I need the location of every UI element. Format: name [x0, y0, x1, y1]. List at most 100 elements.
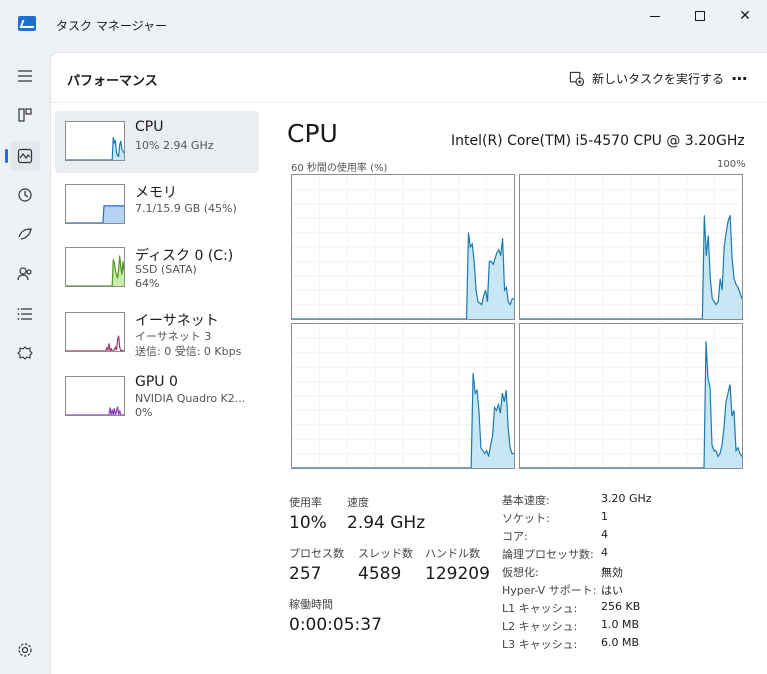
detail-row: ソケット: 1 [502, 510, 752, 528]
device-detail: 10% 2.94 GHz [135, 139, 214, 152]
uptime-label: 稼働時間 [289, 598, 333, 611]
detail-row: L2 キャッシュ: 1.0 MB [502, 618, 752, 636]
device-name: メモリ [135, 185, 177, 201]
more-options-button[interactable]: ⋯ [727, 66, 753, 90]
memory-thumbnail-chart [66, 205, 124, 223]
detail-value: 無効 [601, 566, 623, 579]
cpu-core-graph-0 [291, 174, 515, 320]
usage-label: 使用率 [289, 496, 322, 509]
handles-value: 129209 [425, 564, 490, 584]
detail-row: L3 キャッシュ: 6.0 MB [502, 636, 752, 654]
gpu-thumbnail-graph [65, 376, 125, 416]
details-icon [17, 308, 32, 320]
hamburger-menu-button[interactable] [10, 61, 40, 91]
detail-row: L1 キャッシュ: 256 KB [502, 600, 752, 618]
page-header: パフォーマンス 新しいタスクを実行する ⋯ [51, 53, 767, 103]
detail-row: 論理プロセッサ数: 4 [502, 546, 752, 564]
cpu-thumbnail-chart [66, 137, 124, 160]
gpu-thumb-line [66, 406, 124, 415]
main-panel: パフォーマンス 新しいタスクを実行する ⋯ CPU 10% 2.94 GHz メ… [50, 52, 767, 674]
title-bar: タスク マネージャー ✕ [0, 0, 767, 52]
nav-processes[interactable] [10, 100, 40, 130]
cpu-thumbnail-graph [65, 121, 125, 161]
detail-value: 1 [601, 510, 608, 523]
disk-thumbnail-chart [66, 255, 124, 286]
detail-value: 256 KB [601, 600, 641, 613]
usage-value: 10% [289, 513, 327, 533]
core-usage-chart [520, 324, 742, 468]
processes-value: 257 [289, 564, 322, 584]
detail-key: L2 キャッシュ: [502, 620, 578, 633]
device-detail: イーサネット 3 [135, 330, 212, 343]
ethernet-thumbnail-graph [65, 312, 125, 352]
detail-value: 3.20 GHz [601, 492, 652, 505]
ethernet-thumbnail-chart [66, 335, 124, 351]
maximize-icon [695, 11, 705, 21]
nav-settings[interactable] [10, 635, 40, 665]
minimize-icon [650, 15, 660, 17]
device-item-gpu[interactable]: GPU 0 NVIDIA Quadro K2... 0% [55, 366, 259, 428]
window-title: タスク マネージャー [56, 19, 167, 33]
detail-value: はい [601, 584, 623, 597]
core-usage-chart [292, 175, 514, 319]
new-task-icon [569, 71, 584, 86]
run-new-task-button[interactable]: 新しいタスクを実行する [569, 68, 724, 88]
device-detail-usage: 0% [135, 406, 153, 419]
speed-value: 2.94 GHz [347, 513, 426, 533]
device-name: ディスク 0 (C:) [135, 248, 234, 264]
nav-app-history[interactable] [10, 180, 40, 210]
gpu-thumbnail-chart [66, 406, 124, 415]
minimize-button[interactable] [632, 4, 678, 28]
device-name: CPU [135, 119, 164, 135]
page-title: パフォーマンス [67, 74, 158, 89]
handles-label: ハンドル数 [425, 547, 480, 560]
device-detail-throughput: 送信: 0 受信: 0 Kbps [135, 345, 242, 358]
detail-key: L3 キャッシュ: [502, 638, 578, 651]
detail-row: 仮想化: 無効 [502, 564, 752, 582]
usage-graph-label: 60 秒間の使用率 (%) [291, 163, 388, 174]
cpu-core-graph-2 [291, 323, 515, 469]
detail-key: ソケット: [502, 512, 550, 525]
app-history-icon [18, 188, 32, 202]
menu-icon [18, 70, 32, 82]
device-detail: NVIDIA Quadro K2... [135, 392, 246, 405]
uptime-value: 0:00:05:37 [289, 615, 382, 635]
device-item-disk[interactable]: ディスク 0 (C:) SSD (SATA) 64% [55, 237, 259, 299]
speed-label: 速度 [347, 496, 369, 509]
processes-icon [18, 108, 32, 122]
disk-thumbnail-graph [65, 247, 125, 287]
nav-details[interactable] [10, 299, 40, 329]
device-name: イーサネット [135, 313, 219, 329]
nav-performance[interactable] [5, 141, 40, 171]
detail-row: 基本速度: 3.20 GHz [502, 492, 752, 510]
detail-key: 論理プロセッサ数: [502, 548, 594, 561]
nav-startup-apps[interactable] [10, 219, 40, 249]
memory-thumb-area [66, 205, 124, 223]
device-item-cpu[interactable]: CPU 10% 2.94 GHz [55, 111, 259, 173]
detail-row: コア: 4 [502, 528, 752, 546]
close-icon: ✕ [739, 8, 751, 24]
nav-users[interactable] [10, 259, 40, 289]
cpu-model-name: Intel(R) Core(TM) i5-4570 CPU @ 3.20GHz [451, 133, 745, 149]
cpu-heading: CPU [287, 119, 338, 148]
navigation-rail [0, 52, 50, 674]
detail-value: 4 [601, 528, 608, 541]
detail-key: 基本速度: [502, 494, 550, 507]
detail-key: Hyper-V サポート: [502, 584, 597, 597]
memory-thumbnail-graph [65, 184, 125, 224]
threads-label: スレッド数 [358, 547, 413, 560]
core-usage-chart [292, 324, 514, 468]
close-button[interactable]: ✕ [722, 4, 767, 28]
threads-value: 4589 [358, 564, 402, 584]
services-icon [17, 346, 33, 360]
detail-value: 4 [601, 546, 608, 559]
maximize-button[interactable] [677, 4, 723, 28]
app-icon [18, 16, 36, 31]
device-item-memory[interactable]: メモリ 7.1/15.9 GB (45%) [55, 174, 259, 236]
detail-value: 6.0 MB [601, 636, 640, 649]
detail-key: L1 キャッシュ: [502, 602, 578, 615]
usage-graph-max: 100% [717, 159, 746, 170]
settings-icon [18, 643, 32, 657]
device-item-ethernet[interactable]: イーサネット イーサネット 3 送信: 0 受信: 0 Kbps [55, 302, 259, 364]
nav-services[interactable] [10, 339, 40, 369]
